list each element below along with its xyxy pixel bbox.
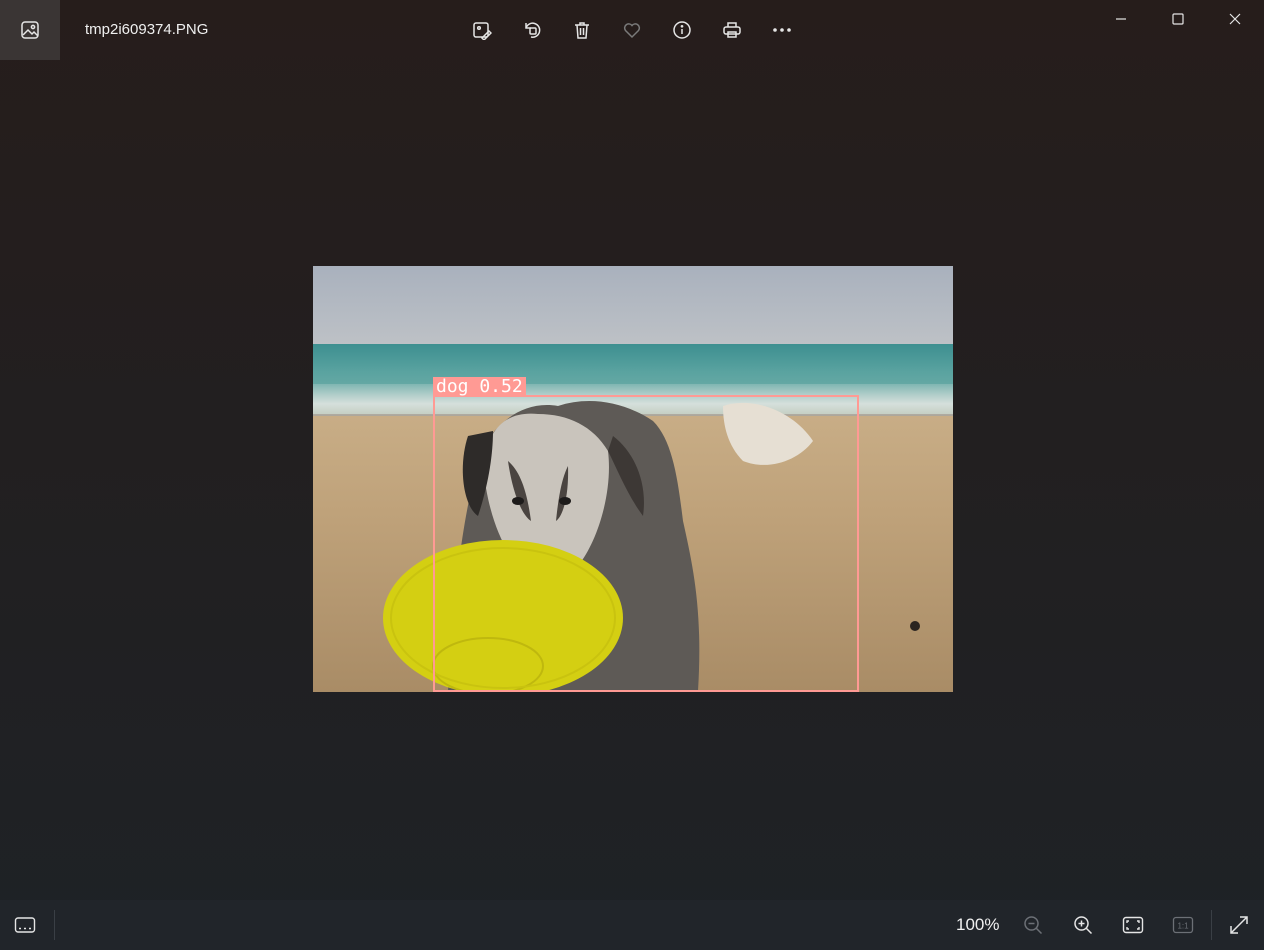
detection-label: dog 0.52 (433, 377, 526, 397)
edit-image-button[interactable] (467, 15, 497, 45)
detection-box (433, 395, 859, 692)
favorite-icon (623, 23, 641, 39)
filmstrip-button[interactable] (10, 910, 40, 940)
full-screen-button[interactable] (1224, 910, 1254, 940)
print-icon (723, 22, 741, 38)
more-icon (773, 28, 791, 32)
info-icon (673, 21, 691, 39)
fit-to-window-button[interactable] (1118, 910, 1148, 940)
file-name: tmp2i609374.PNG (85, 21, 209, 38)
maximize-icon (1172, 13, 1184, 25)
full-screen-icon (1230, 916, 1248, 934)
title-bar: tmp2i609374.PNG (0, 0, 1264, 60)
maximize-button[interactable] (1149, 0, 1207, 38)
fit-to-window-icon (1122, 916, 1144, 934)
actual-size-button[interactable]: 1:1 (1168, 910, 1198, 940)
more-button[interactable] (767, 15, 797, 45)
minimize-button[interactable] (1092, 0, 1150, 38)
print-button[interactable] (717, 15, 747, 45)
rotate-button[interactable] (517, 15, 547, 45)
bottom-divider-right (1211, 910, 1212, 940)
zoom-out-button[interactable] (1018, 910, 1048, 940)
close-icon (1229, 13, 1241, 25)
filmstrip-icon (14, 917, 36, 933)
photo: dog 0.52 (313, 266, 953, 692)
bottom-bar: 100% 1:1 (0, 900, 1264, 950)
delete-icon (575, 22, 589, 39)
zoom-in-button[interactable] (1068, 910, 1098, 940)
zoom-out-icon (1024, 916, 1043, 935)
minimize-icon (1116, 18, 1126, 20)
zoom-level: 100% (956, 915, 1000, 934)
close-button[interactable] (1206, 0, 1264, 38)
actual-size-label: 1:1 (1177, 922, 1189, 931)
favorite-button[interactable] (617, 15, 647, 45)
zoom-in-icon (1074, 916, 1093, 935)
delete-button[interactable] (567, 15, 597, 45)
actual-size-icon: 1:1 (1172, 916, 1194, 934)
edit-image-icon (473, 22, 492, 40)
photos-app-icon (0, 0, 60, 60)
bottom-divider-left (54, 910, 55, 940)
info-button[interactable] (667, 15, 697, 45)
rotate-icon (525, 22, 541, 38)
